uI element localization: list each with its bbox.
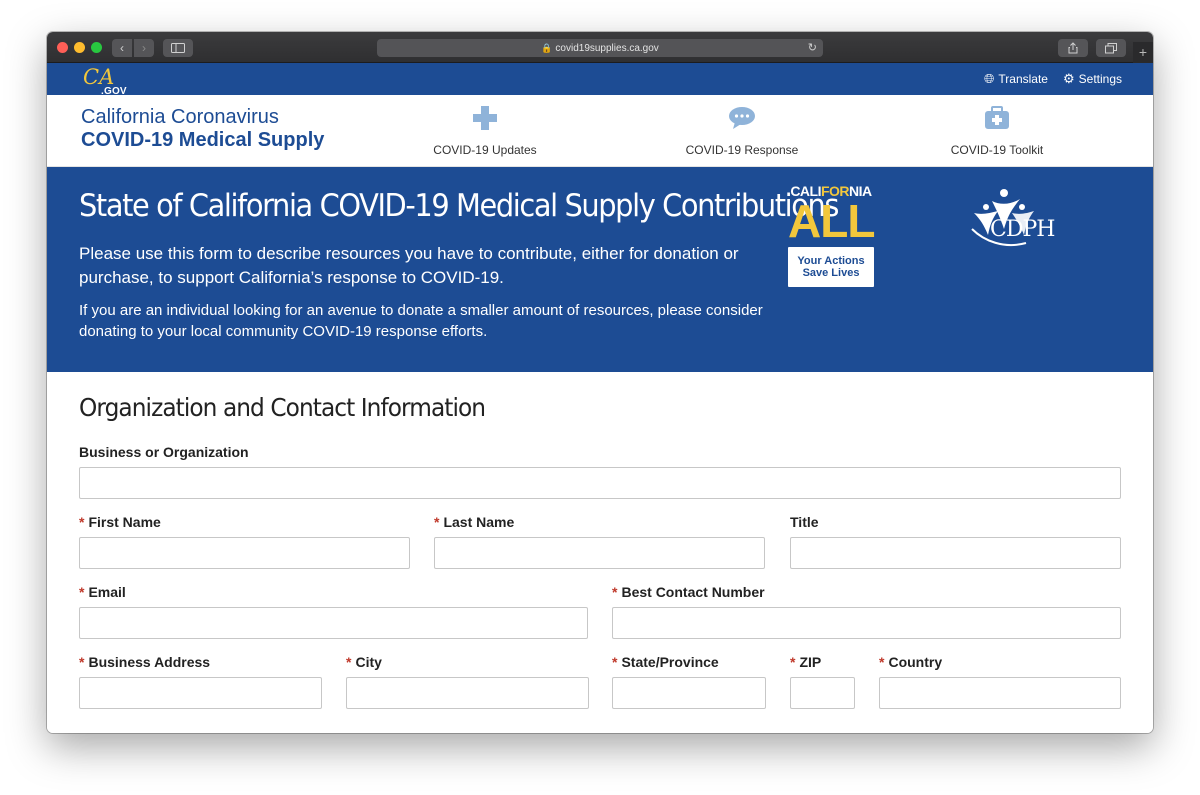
address-label-text: Business Address xyxy=(88,654,211,670)
tagline-line2: Save Lives xyxy=(802,267,860,279)
sidebar-toggle-button[interactable] xyxy=(163,39,193,57)
state-label: * State/Province xyxy=(612,653,719,671)
address-label: * Business Address xyxy=(79,653,210,671)
phone-label-text: Best Contact Number xyxy=(621,584,765,600)
title-label: Title xyxy=(790,513,819,531)
forward-button[interactable]: › xyxy=(134,39,154,57)
last-name-input[interactable] xyxy=(434,537,765,569)
state-label-text: State/Province xyxy=(621,654,719,670)
title-input[interactable] xyxy=(790,537,1121,569)
required-marker: * xyxy=(79,654,85,670)
required-marker: * xyxy=(612,654,618,670)
title-label-text: Title xyxy=(790,514,819,530)
city-label: * City xyxy=(346,653,382,671)
email-input[interactable] xyxy=(79,607,588,639)
california-for-all-logo: CALIFORNIA ALL Your Actions Save Lives xyxy=(788,184,875,287)
city-input[interactable] xyxy=(346,677,589,709)
zip-label: * ZIP xyxy=(790,653,821,671)
nav-label: COVID-19 Response xyxy=(685,143,799,157)
share-button[interactable] xyxy=(1058,39,1088,57)
settings-label: Settings xyxy=(1078,72,1123,86)
back-button[interactable]: ‹ xyxy=(112,39,132,57)
business-label-text: Business or Organization xyxy=(79,444,249,460)
individual-donor-note: If you are an individual looking for an … xyxy=(79,302,763,340)
required-marker: * xyxy=(434,514,440,530)
country-label-text: Country xyxy=(888,654,943,670)
logo-text-all: ALL xyxy=(788,195,875,247)
settings-link[interactable]: ⚙ Settings xyxy=(1063,71,1123,87)
tab-overview-button[interactable] xyxy=(1096,39,1126,57)
site-header: California Coronavirus COVID-19 Medical … xyxy=(47,95,1153,167)
required-marker: * xyxy=(79,584,85,600)
utility-bar: CA .GOV 🌐︎ Translate ⚙ Settings xyxy=(47,63,1153,97)
required-marker: * xyxy=(79,514,85,530)
section-title: Organization and Contact Information xyxy=(79,393,486,422)
cdph-logo: CDPH xyxy=(964,185,1064,255)
state-input[interactable] xyxy=(612,677,766,709)
last-name-label-text: Last Name xyxy=(443,514,515,530)
speech-bubble-icon xyxy=(729,107,755,129)
site-name-line2[interactable]: COVID-19 Medical Supply xyxy=(81,129,324,152)
email-label-text: Email xyxy=(88,584,126,600)
nav-label: COVID-19 Updates xyxy=(433,143,537,157)
address-bar[interactable]: 🔒 covid19supplies.ca.gov ↻ xyxy=(377,39,823,57)
reload-icon[interactable]: ↻ xyxy=(808,39,817,57)
new-tab-button[interactable]: + xyxy=(1133,42,1153,63)
city-label-text: City xyxy=(355,654,382,670)
zip-input[interactable] xyxy=(790,677,855,709)
nav-covid-toolkit[interactable]: COVID-19 Toolkit xyxy=(917,103,1077,157)
hero-banner: State of California COVID-19 Medical Sup… xyxy=(47,167,1153,372)
last-name-label: * Last Name xyxy=(434,513,514,531)
browser-window: ‹ › 🔒 covid19supplies.ca.gov ↻ + CA .GOV… xyxy=(47,32,1153,733)
country-label: * Country xyxy=(879,653,942,671)
first-name-label-text: First Name xyxy=(88,514,161,530)
browser-toolbar: ‹ › 🔒 covid19supplies.ca.gov ↻ + xyxy=(47,32,1153,63)
site-name-line1[interactable]: California Coronavirus xyxy=(81,106,279,129)
business-input[interactable] xyxy=(79,467,1121,499)
contribution-form: Organization and Contact Information Bus… xyxy=(47,372,1153,733)
tabs-icon xyxy=(1105,43,1117,54)
chevron-right-icon: › xyxy=(142,41,146,55)
intro-paragraph: Please use this form to describe resourc… xyxy=(79,244,739,287)
address-input[interactable] xyxy=(79,677,322,709)
gear-icon: ⚙ xyxy=(1063,71,1075,86)
logo-tagline: Your Actions Save Lives xyxy=(788,247,874,287)
tagline-line1: Your Actions xyxy=(797,255,865,267)
nav-covid-response[interactable]: COVID-19 Response xyxy=(662,103,822,157)
first-name-label: * First Name xyxy=(79,513,161,531)
globe-icon: 🌐︎ xyxy=(984,71,995,86)
close-window-button[interactable] xyxy=(57,42,68,53)
share-icon xyxy=(1068,42,1078,54)
translate-label: Translate xyxy=(998,72,1048,86)
lock-icon: 🔒 xyxy=(541,43,553,53)
required-marker: * xyxy=(790,654,796,670)
plus-icon: + xyxy=(1138,44,1148,60)
required-marker: * xyxy=(879,654,885,670)
nav-covid-updates[interactable]: COVID-19 Updates xyxy=(405,103,565,157)
minimize-window-button[interactable] xyxy=(74,42,85,53)
url-text: covid19supplies.ca.gov xyxy=(555,43,659,54)
email-label: * Email xyxy=(79,583,126,601)
chevron-left-icon: ‹ xyxy=(120,41,124,55)
sidebar-icon xyxy=(171,43,185,53)
zip-label-text: ZIP xyxy=(799,654,822,670)
ca-gov-logo[interactable]: CA .GOV xyxy=(83,65,127,97)
translate-link[interactable]: 🌐︎ Translate xyxy=(984,71,1048,87)
country-input[interactable] xyxy=(879,677,1121,709)
required-marker: * xyxy=(612,584,618,600)
required-marker: * xyxy=(346,654,352,670)
business-label: Business or Organization xyxy=(79,443,249,461)
cdph-text: CDPH xyxy=(990,217,1055,242)
phone-label: * Best Contact Number xyxy=(612,583,765,601)
first-name-input[interactable] xyxy=(79,537,410,569)
page-title: State of California COVID-19 Medical Sup… xyxy=(79,188,839,224)
zoom-window-button[interactable] xyxy=(91,42,102,53)
medical-kit-icon xyxy=(985,106,1009,129)
nav-label: COVID-19 Toolkit xyxy=(950,143,1044,157)
phone-input[interactable] xyxy=(612,607,1121,639)
plus-icon xyxy=(473,106,497,130)
